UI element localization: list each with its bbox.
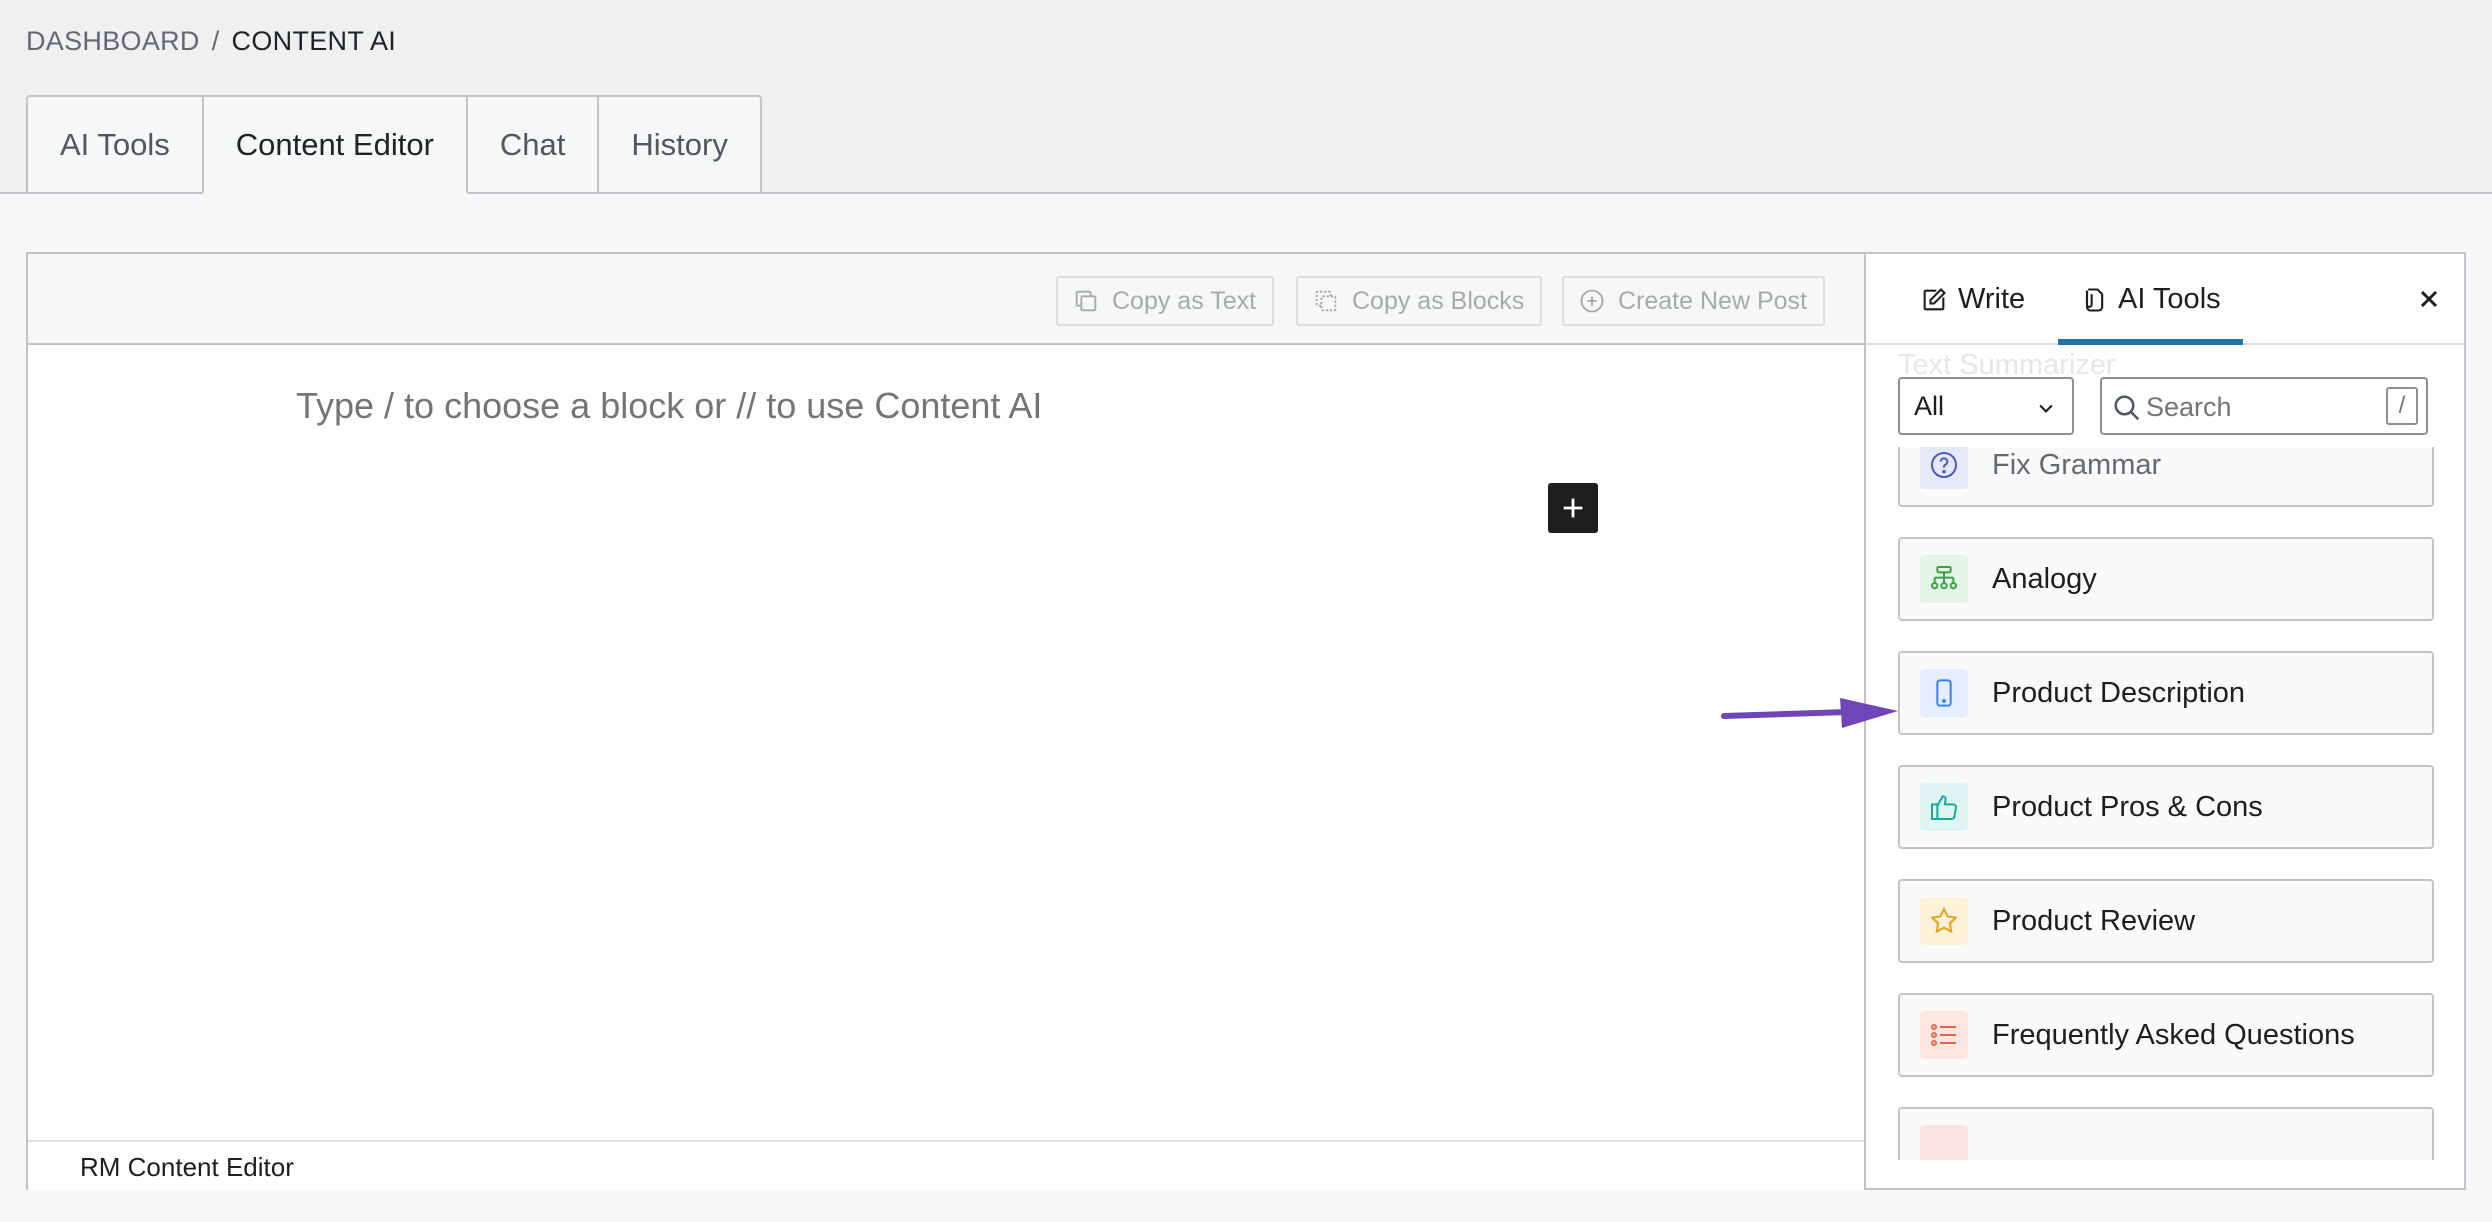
tool-partial-next[interactable] (1898, 1107, 2434, 1160)
plus-icon (1563, 498, 1583, 518)
tool-analogy-label: Analogy (1992, 562, 2097, 595)
copy-blocks-icon (1315, 290, 1337, 312)
tool-product-review-label: Product Review (1992, 904, 2196, 937)
chevron-down-icon (2039, 404, 2053, 413)
tab-history[interactable]: History (597, 95, 762, 194)
document-icon (2085, 287, 2104, 312)
tab-content-editor[interactable]: Content Editor (201, 95, 468, 194)
phone-icon (1920, 669, 1968, 717)
breadcrumb-dashboard-link[interactable]: DASHBOARD (26, 26, 200, 56)
tool-list: Fix Grammar Analogy Product Description … (1866, 447, 2464, 1160)
tab-ai-tools[interactable]: AI Tools (26, 95, 204, 194)
copy-icon (1075, 290, 1097, 312)
breadcrumb: DASHBOARD / CONTENT AI (26, 26, 396, 57)
list-icon (1920, 1011, 1968, 1059)
tool-fix-grammar[interactable]: Fix Grammar (1898, 447, 2434, 507)
tool-analogy[interactable]: Analogy (1898, 537, 2434, 621)
edit-icon (1923, 287, 1946, 310)
copy-as-text-label: Copy as Text (1112, 286, 1257, 315)
close-icon (2420, 290, 2438, 308)
tool-faq-label: Frequently Asked Questions (1992, 1018, 2355, 1051)
sidebar-tab-ai-tools[interactable]: AI Tools (2058, 254, 2243, 345)
create-new-post-button[interactable]: Create New Post (1562, 276, 1825, 326)
tool-product-description-label: Product Description (1992, 676, 2246, 709)
sidebar-tab-write-label: Write (1958, 283, 2026, 315)
tool-search-box: / (2100, 377, 2428, 435)
star-icon (1920, 897, 1968, 945)
plus-circle-icon (1580, 289, 1604, 313)
editor-toolbar: Copy as Text Copy as Blocks Create New P… (28, 254, 1864, 345)
sidebar-tab-ai-tools-label: AI Tools (2118, 283, 2221, 315)
thumbs-up-icon (1920, 783, 1968, 831)
hierarchy-icon (1920, 555, 1968, 603)
sidebar-tabs: Write AI Tools (1866, 254, 2464, 345)
category-filter-select[interactable]: All (1898, 377, 2074, 435)
create-new-post-label: Create New Post (1618, 286, 1807, 315)
editor-placeholder[interactable]: Type / to choose a block or // to use Co… (296, 385, 1042, 427)
tool-product-pros-cons[interactable]: Product Pros & Cons (1898, 765, 2434, 849)
tool-product-description[interactable]: Product Description (1898, 651, 2434, 735)
tool-icon-partial (1920, 1125, 1968, 1160)
editor-footer: RM Content Editor (28, 1140, 1864, 1190)
search-input[interactable] (2146, 387, 2366, 427)
question-icon (1920, 447, 1968, 489)
tool-frequently-asked-questions[interactable]: Frequently Asked Questions (1898, 993, 2434, 1077)
search-icon (2114, 395, 2140, 421)
ai-sidebar: Write AI Tools Text Summarizer All / (1864, 254, 2464, 1188)
tool-product-pros-cons-label: Product Pros & Cons (1992, 790, 2263, 823)
add-block-button[interactable] (1548, 483, 1598, 533)
tool-fix-grammar-label: Fix Grammar (1992, 448, 2162, 481)
copy-as-blocks-label: Copy as Blocks (1352, 286, 1525, 315)
tool-product-review[interactable]: Product Review (1898, 879, 2434, 963)
sidebar-tab-write[interactable]: Write (1920, 254, 2025, 345)
editor-footer-label: RM Content Editor (80, 1152, 294, 1182)
close-sidebar-button[interactable] (2410, 280, 2448, 318)
main-tabs: AI Tools Content Editor Chat History (26, 95, 762, 194)
editor-canvas[interactable]: Type / to choose a block or // to use Co… (28, 347, 1864, 1141)
copy-as-blocks-button[interactable]: Copy as Blocks (1296, 276, 1543, 326)
breadcrumb-separator: / (211, 26, 220, 56)
annotation-arrow-icon (1721, 698, 1898, 728)
search-shortcut-hint: / (2386, 387, 2418, 425)
tab-chat[interactable]: Chat (465, 95, 600, 194)
breadcrumb-current: CONTENT AI (231, 26, 397, 56)
copy-as-text-button[interactable]: Copy as Text (1056, 276, 1275, 326)
content-editor: Copy as Text Copy as Blocks Create New P… (26, 252, 2466, 1190)
category-filter-value: All (1914, 390, 1945, 421)
